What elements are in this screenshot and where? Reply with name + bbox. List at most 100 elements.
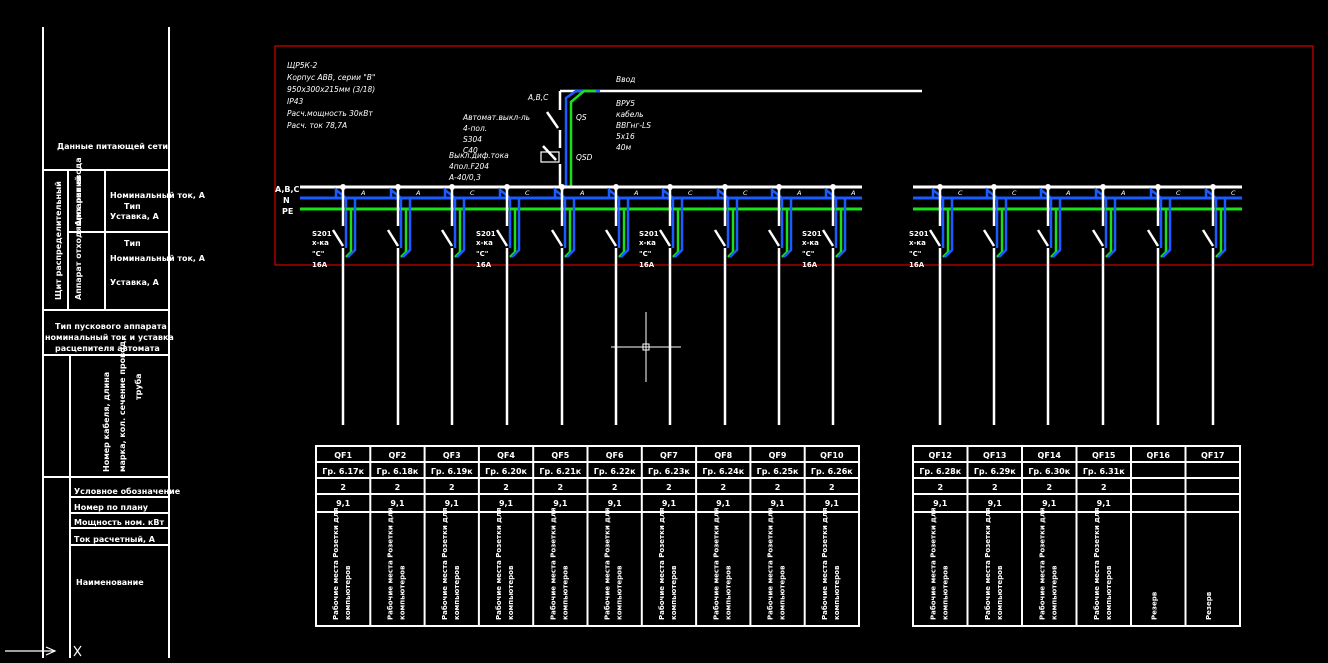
phase-letter: A <box>360 189 365 197</box>
feeder-circuits: AS201х-ка"С"16АA C CS201х-ка"С"16АA A CS201х… <box>312 184 1236 425</box>
table-cell-qf: QF16 <box>1147 451 1171 460</box>
feeder-circuit: A S201х-ка "С" 16А <box>312 184 365 425</box>
name-label: Наименование <box>76 578 144 587</box>
table-cell-p: 9,1 <box>553 499 568 508</box>
table-cell-name: Рабочие места Розетки для <box>767 508 775 620</box>
breaker-contact <box>658 229 672 247</box>
table-cell-p: 9,1 <box>1042 499 1057 508</box>
device-label: "С" <box>639 250 651 258</box>
phase-letter: A <box>850 189 855 197</box>
phase-letter: A <box>1065 189 1070 197</box>
breaker-spec: Автомат.выкл-ль 4-пол. S304 C40 <box>462 113 530 155</box>
feeder-circuit: A <box>1091 184 1125 425</box>
device-label: 16А <box>909 261 925 269</box>
rated-current-label-1: Номинальный ток, А <box>110 191 206 200</box>
device-label: "С" <box>476 250 488 258</box>
table-cell-p: 9,1 <box>825 499 840 508</box>
qs-label: QS <box>576 113 587 122</box>
table-cell-line: Гр. 6.18к <box>377 467 419 476</box>
table-cell-name: Рабочие места Розетки для <box>1038 508 1046 620</box>
bus-label-neutral: N <box>283 196 290 205</box>
table-cell-qf: QF14 <box>1038 451 1062 460</box>
device-label: х-ка <box>802 239 819 247</box>
table-cell-p: 9,1 <box>445 499 460 508</box>
left-title-table <box>42 27 170 658</box>
table-cell-n: 2 <box>937 483 943 492</box>
table-cell-n: 2 <box>666 483 672 492</box>
device-label: S201 <box>476 230 496 238</box>
cable-rot-label-3: труба <box>133 373 143 400</box>
input-phase-label: A,B,C <box>527 93 549 102</box>
cable-spec-line: кабель <box>616 110 644 119</box>
device-label: 16А <box>476 261 492 269</box>
table-cell-p: 9,1 <box>770 499 785 508</box>
breaker-contact <box>1201 229 1215 247</box>
breaker-contact <box>331 229 345 247</box>
panel-spec-line: 950х300х215мм (3/18) <box>287 85 375 94</box>
table-cell-n: 2 <box>612 483 618 492</box>
panel-frame <box>274 45 1314 266</box>
table-cell-n: 2 <box>720 483 726 492</box>
table-cell-line: Гр. 6.17к <box>322 467 364 476</box>
device-label: S201 <box>802 230 822 238</box>
input-circuit: A,B,C QS QSD <box>527 89 922 186</box>
feeder-circuit: A <box>604 184 638 425</box>
table-cell-name: компьютеров <box>453 565 461 620</box>
breaker-contact <box>1091 229 1105 247</box>
table-cell-name: компьютеров <box>941 565 949 620</box>
table-cell-line: Гр. 6.21к <box>539 467 581 476</box>
input-label: Ввод <box>616 75 635 84</box>
starter-line-1: Тип пускового аппарата <box>55 322 167 331</box>
panel-label: Щит распределительный <box>54 181 63 300</box>
table-cell-p: 9,1 <box>608 499 623 508</box>
table-cell-name: Рабочие места Розетки для <box>549 508 557 620</box>
feeder-circuit: C <box>982 184 1017 425</box>
starter-line-2: номинальный ток и уставка <box>45 333 174 342</box>
device-label: "С" <box>802 250 814 258</box>
feeder-circuit: A S201х-ка "С" 16А <box>802 184 855 425</box>
cable-spec-line: ВВГнг-LS <box>616 121 651 130</box>
table-cell-name: Рабочие места Розетки для <box>386 508 394 620</box>
device-label: х-ка <box>639 239 656 247</box>
table-cell-p: 9,1 <box>499 499 514 508</box>
table-cell-name: Рабочие места Розетки для <box>332 508 340 620</box>
table-cell-n: 2 <box>775 483 781 492</box>
breaker-contact <box>1146 229 1160 247</box>
table-cell-line: Гр. 6.31к <box>1083 467 1125 476</box>
phase-letter: A <box>633 189 638 197</box>
symbol-label: Условное обозначение <box>74 486 181 496</box>
table-cell-n: 2 <box>340 483 346 492</box>
table-cell-qf: QF15 <box>1092 451 1116 460</box>
plan-number-label: Номер по плану <box>74 503 149 512</box>
phase-letter: C <box>525 189 530 197</box>
table-cell-n: 2 <box>992 483 998 492</box>
table-cell-qf: QF9 <box>769 451 787 460</box>
current-label: Ток расчетный, А <box>74 535 156 544</box>
table-cell-qf: QF5 <box>551 451 569 460</box>
table-cell-name: компьютеров <box>616 565 624 620</box>
table-cell-name: компьютеров <box>996 565 1004 620</box>
cad-drawing-canvas[interactable]: Данные питающей сети Щит распределительн… <box>0 0 1328 663</box>
circuit-table: QF12Гр. 6.28к29,1Рабочие места Розетки д… <box>912 445 1241 627</box>
table-cell-name: Рабочие места Розетки для <box>712 508 720 620</box>
panel-spec: ЩР5К-2 Корпус ABB, серии "B" 950х300х215… <box>287 61 375 130</box>
table-cell-p: 9,1 <box>336 499 351 508</box>
input-cable-spec: Ввод ВРУ5 кабель ВВГнг-LS 5х16 40м <box>616 75 651 152</box>
table-cell-name: компьютеров <box>724 565 732 620</box>
panel-spec-line: Расч. ток 78,7А <box>287 121 347 130</box>
feeder-circuit: A <box>1036 184 1070 425</box>
outgoing-device-label: Аппарат отходящих линий <box>74 176 83 300</box>
table-cell-n: 2 <box>1101 483 1107 492</box>
table-cell-qf: QF12 <box>929 451 952 460</box>
type-label-1: Тип <box>124 202 141 211</box>
breaker-spec-line: Автомат.выкл-ль <box>462 113 530 122</box>
table-cell-p: 9,1 <box>1097 499 1112 508</box>
table-cell-line: Гр. 6.26к <box>811 467 853 476</box>
table-cell-qf: QF10 <box>820 451 844 460</box>
starter-line-3: расцепителя автомата <box>55 344 160 353</box>
table-cell-qf: QF6 <box>606 451 624 460</box>
feeder-circuit: C S201х-ка "С" 16А <box>639 184 693 425</box>
table-cell-line: Гр. 6.23к <box>648 467 690 476</box>
breaker-contact <box>550 229 564 247</box>
breaker-contact <box>604 229 618 247</box>
